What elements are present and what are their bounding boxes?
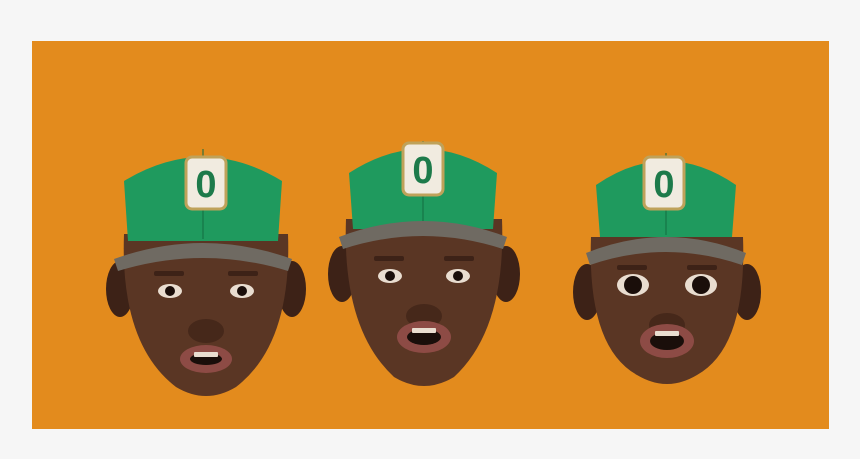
teeth (194, 352, 218, 357)
left-eyebrow (617, 265, 647, 270)
orange-background-panel: 0 0 0 (32, 41, 829, 429)
teeth (412, 328, 436, 333)
right-pupil (453, 271, 463, 281)
cap-badge-letter: 0 (195, 164, 216, 206)
right-eyebrow (687, 265, 717, 270)
left-eyebrow (154, 271, 184, 276)
right-pupil (692, 276, 710, 294)
right-eyebrow (228, 271, 258, 276)
head-left-illustration: 0 (106, 149, 306, 396)
right-pupil (237, 286, 247, 296)
left-pupil (624, 276, 642, 294)
face (590, 237, 744, 384)
right-eyebrow (444, 256, 474, 261)
cap-badge-letter: 0 (412, 150, 433, 192)
cap-badge-letter: 0 (653, 164, 674, 206)
head-right: 0 (564, 115, 764, 389)
left-eyebrow (374, 256, 404, 261)
head-right-illustration: 0 (573, 153, 761, 384)
nose (188, 319, 224, 343)
head-center-illustration: 0 (328, 141, 520, 386)
face (345, 219, 503, 386)
left-pupil (165, 286, 175, 296)
teeth (655, 331, 679, 336)
head-center: 0 (328, 101, 520, 393)
left-pupil (385, 271, 395, 281)
head-left: 0 (100, 109, 312, 401)
